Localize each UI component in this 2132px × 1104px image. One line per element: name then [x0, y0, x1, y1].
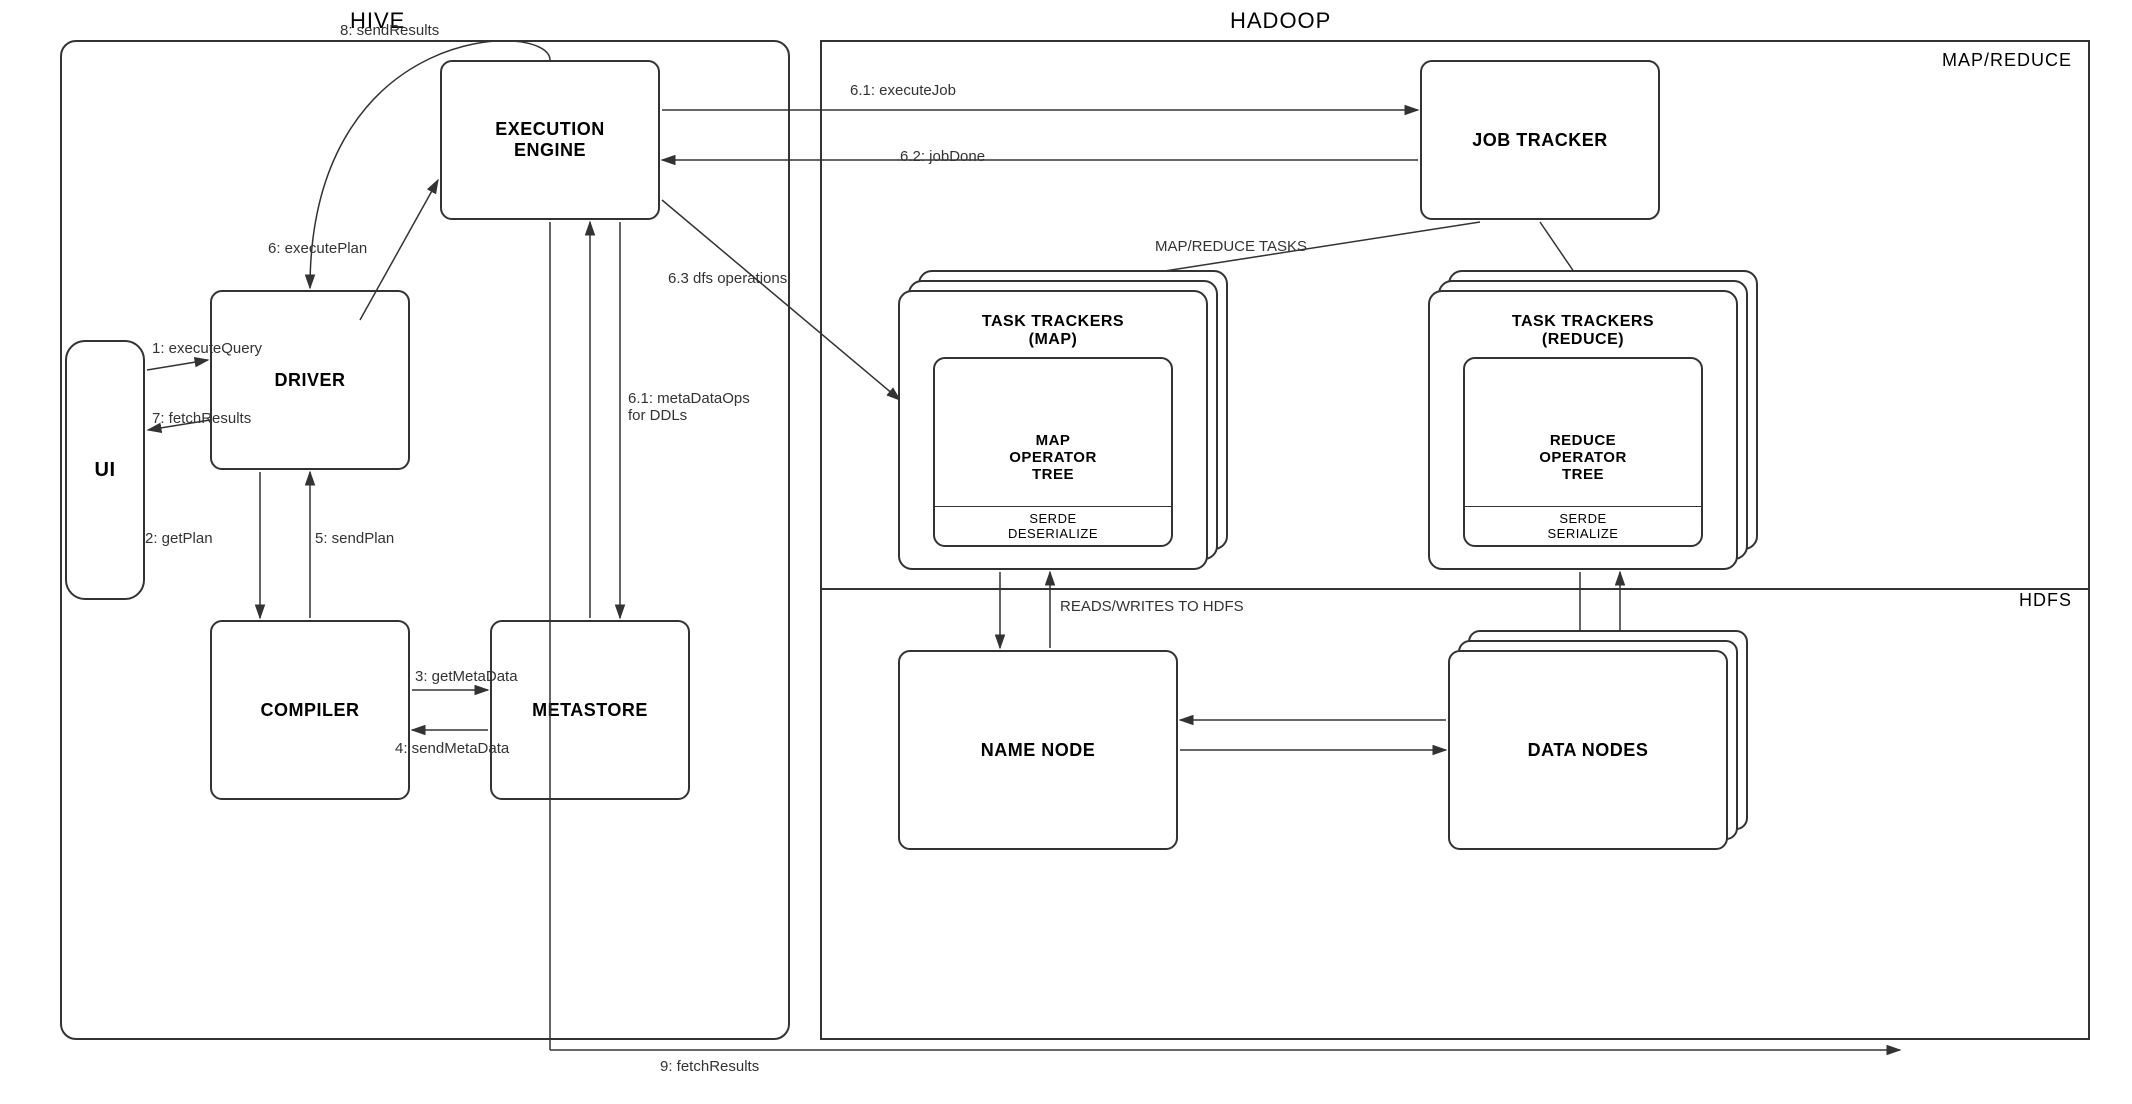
label-execute-plan: 6: executePlan — [268, 240, 367, 257]
compiler-box: COMPILER — [210, 620, 410, 800]
map-serde-label: SERDEDESERIALIZE — [935, 506, 1171, 545]
hdfs-divider — [820, 588, 2090, 590]
task-reduce-front: TASK TRACKERS(REDUCE) REDUCE OPERATOR TR… — [1428, 290, 1738, 570]
hadoop-label: HADOOP — [1230, 8, 1331, 34]
label-get-plan: 2: getPlan — [145, 530, 213, 547]
execution-engine-box: EXECUTIONENGINE — [440, 60, 660, 220]
label-get-metadata: 3: getMetaData — [415, 668, 518, 685]
driver-box: DRIVER — [210, 290, 410, 470]
ui-box: UI — [65, 340, 145, 600]
reduce-operator-tree-box: REDUCE OPERATOR TREE SERDESERIALIZE — [1463, 357, 1703, 547]
label-fetch-results-9: 9: fetchResults — [660, 1058, 759, 1075]
name-node-box: NAME NODE — [898, 650, 1178, 850]
label-fetch-results-7: 7: fetchResults — [152, 410, 251, 427]
ui-label: UI — [95, 459, 116, 482]
data-nodes-label: DATA NODES — [1528, 740, 1649, 761]
diagram: HIVE HADOOP MAP/REDUCE HDFS UI DRIVER CO… — [0, 0, 2132, 1104]
label-execute-job: 6.1: executeJob — [850, 82, 956, 99]
task-trackers-map-label: TASK TRACKERS(MAP) — [982, 313, 1124, 349]
label-send-metadata: 4: sendMetaData — [395, 740, 509, 757]
label-reads-writes: READS/WRITES TO HDFS — [1060, 598, 1244, 615]
data-nodes-front: DATA NODES — [1448, 650, 1728, 850]
compiler-label: COMPILER — [260, 700, 359, 721]
label-dfs-operations: 6.3 dfs operations — [668, 270, 787, 287]
label-mapreduce-tasks: MAP/REDUCE TASKS — [1155, 238, 1307, 255]
label-execute-query: 1: executeQuery — [152, 340, 262, 357]
job-tracker-box: JOB TRACKER — [1420, 60, 1660, 220]
label-metadata-ops: 6.1: metaDataOps for DDLs — [628, 390, 750, 424]
map-operator-tree-box: MAP OPERATOR TREE SERDEDESERIALIZE — [933, 357, 1173, 547]
label-send-plan: 5: sendPlan — [315, 530, 394, 547]
metastore-label: METASTORE — [532, 700, 648, 721]
name-node-label: NAME NODE — [981, 740, 1096, 761]
task-trackers-reduce-label: TASK TRACKERS(REDUCE) — [1512, 313, 1654, 349]
label-job-done: 6.2: jobDone — [900, 148, 985, 165]
reduce-serde-label: SERDESERIALIZE — [1465, 506, 1701, 545]
hdfs-label: HDFS — [2019, 590, 2072, 611]
metastore-box: METASTORE — [490, 620, 690, 800]
mapreduce-label: MAP/REDUCE — [1942, 50, 2072, 71]
execution-engine-label: EXECUTIONENGINE — [495, 119, 605, 161]
label-send-results: 8: sendResults — [340, 22, 439, 39]
task-map-front: TASK TRACKERS(MAP) MAP OPERATOR TREE SER… — [898, 290, 1208, 570]
job-tracker-label: JOB TRACKER — [1472, 130, 1608, 151]
driver-label: DRIVER — [274, 370, 345, 391]
